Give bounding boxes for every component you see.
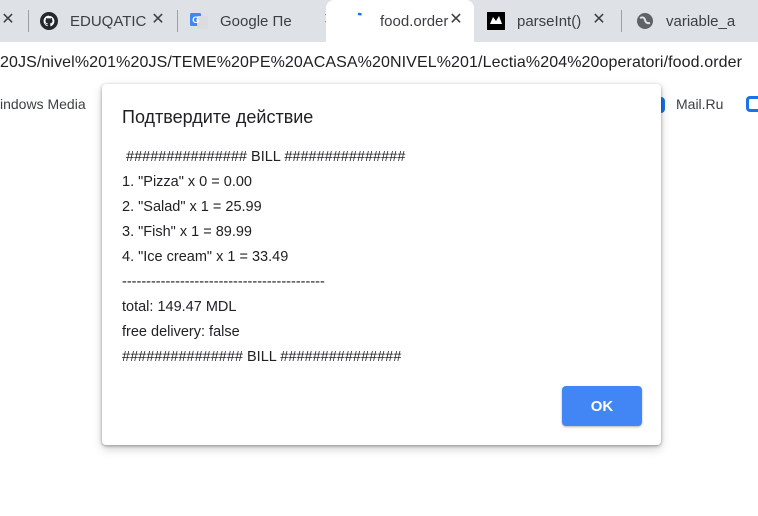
tab-close-icon[interactable]: ✕	[446, 10, 466, 30]
message-line: ----------------------------------------…	[122, 274, 325, 290]
tab-strip: ✕ EDUQATIC ✕ G Google Пе ✕ food.order ✕ …	[0, 0, 758, 42]
tab-separator	[177, 10, 178, 32]
tab-close-icon[interactable]: ✕	[589, 10, 609, 30]
dialog-message: ############### BILL ############### 1. …	[122, 145, 405, 370]
loading-spinner-icon	[350, 12, 368, 30]
confirm-dialog: Подтвердите действие ############### BIL…	[102, 84, 661, 445]
message-line: 2. "Salad" x 1 = 25.99	[122, 199, 262, 215]
globe-icon	[636, 12, 654, 30]
mdn-icon	[487, 12, 505, 30]
bookmark-icon	[746, 96, 758, 112]
google-translate-icon: G	[190, 12, 208, 30]
message-line: free delivery: false	[122, 324, 240, 340]
message-line: 3. "Fish" x 1 = 89.99	[122, 224, 252, 240]
tab-food-order[interactable]: food.order ✕	[326, 0, 474, 42]
message-line: ############### BILL ###############	[122, 149, 406, 165]
message-line: ############### BILL ###############	[122, 349, 402, 365]
tab-partial[interactable]: ✕	[0, 0, 20, 42]
bookmark-windows-media[interactable]: indows Media	[0, 96, 86, 112]
message-line: 4. "Ice cream" x 1 = 33.49	[122, 249, 289, 265]
tab-title: parseInt()	[517, 12, 582, 30]
message-line: total: 149.47 MDL	[122, 299, 237, 315]
tab-close-icon[interactable]: ✕	[0, 10, 18, 30]
url-text[interactable]: 20JS/nivel%201%20JS/TEME%20PE%20ACASA%20…	[0, 54, 742, 72]
tab-separator	[28, 10, 29, 32]
tab-title: EDUQATIC	[70, 12, 147, 30]
dialog-title: Подтвердите действие	[122, 107, 314, 127]
tab-close-icon[interactable]: ✕	[148, 10, 168, 30]
tab-parseint[interactable]: parseInt() ✕	[487, 0, 609, 42]
tab-google-translate[interactable]: G Google Пе ✕	[190, 0, 340, 42]
bookmark-mail-ru[interactable]: Mail.Ru	[676, 96, 723, 112]
tab-eduqatic[interactable]: EDUQATIC ✕	[40, 0, 168, 42]
message-line: 1. "Pizza" x 0 = 0.00	[122, 174, 252, 190]
tab-title: variable_a	[666, 12, 736, 30]
tab-title: food.order	[380, 12, 449, 30]
tab-separator	[621, 10, 622, 32]
address-bar[interactable]: 20JS/nivel%201%20JS/TEME%20PE%20ACASA%20…	[0, 42, 758, 88]
ok-button[interactable]: OK	[562, 386, 642, 426]
tab-variable[interactable]: variable_a	[636, 0, 758, 42]
github-icon	[40, 12, 58, 30]
svg-text:G: G	[192, 15, 199, 25]
tab-title: Google Пе	[220, 12, 292, 30]
